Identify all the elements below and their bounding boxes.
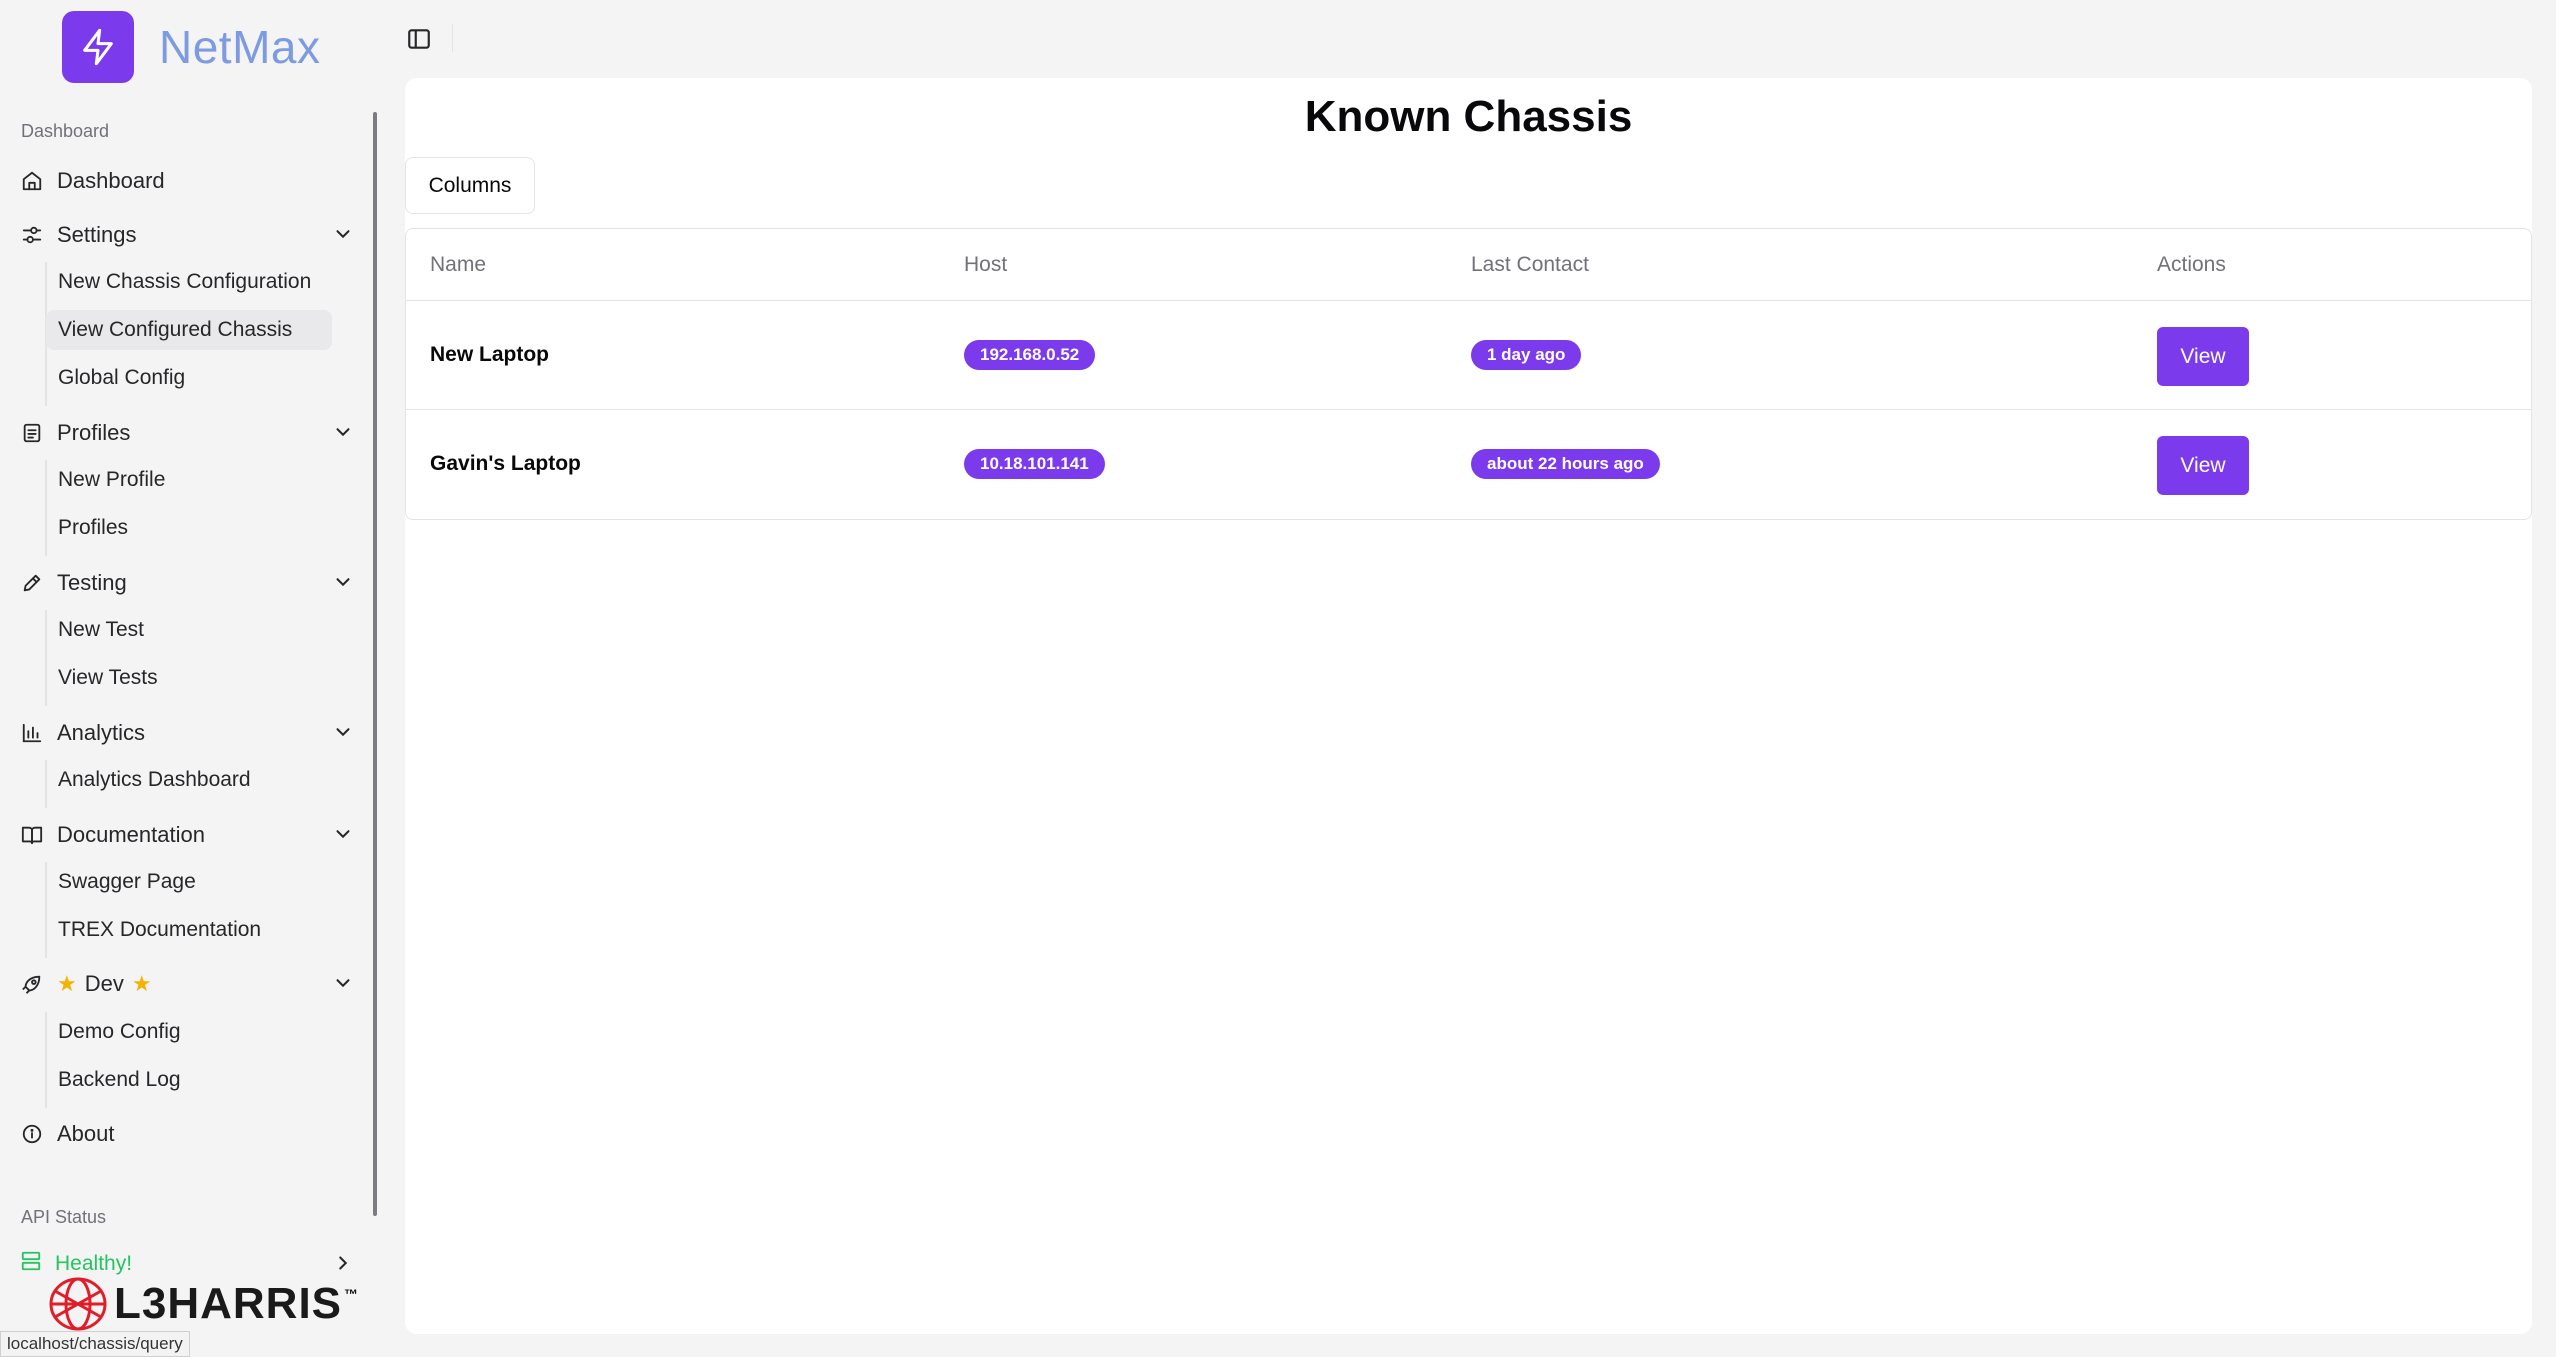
chevron-down-icon[interactable] [332, 421, 354, 443]
sidebar-toggle-icon[interactable] [406, 26, 432, 52]
star-icon: ★ [131, 971, 152, 996]
group-label-api-status: API Status [21, 1207, 107, 1227]
nav-profiles-label: Profiles [57, 420, 131, 445]
column-header-name[interactable]: Name [430, 253, 486, 277]
star-icon: ★ [57, 971, 77, 996]
host-badge: 10.18.101.141 [964, 449, 1105, 479]
server-icon [20, 1250, 42, 1278]
chevron-down-icon[interactable] [332, 223, 354, 245]
sub-item-backend-log[interactable]: Backend Log [46, 1060, 199, 1100]
brand-name: NetMax [159, 21, 321, 73]
main-panel: Known Chassis Columns Name Host Last Con… [405, 78, 2532, 1334]
sub-item-demo-config[interactable]: Demo Config [46, 1012, 199, 1052]
status-url: localhost/chassis/query [0, 1331, 190, 1357]
column-header-host[interactable]: Host [964, 253, 1007, 277]
nav-documentation-label: Documentation [57, 822, 205, 847]
api-status-item[interactable]: Healthy! [20, 1248, 362, 1278]
last-contact-badge: about 22 hours ago [1471, 449, 1660, 479]
chevron-down-icon[interactable] [332, 972, 354, 994]
sub-item-view-tests[interactable]: View Tests [46, 658, 176, 698]
chassis-name: Gavin's Laptop [430, 452, 581, 475]
chassis-table: Name Host Last Contact Actions New Lapto… [405, 228, 2532, 520]
nav-dev[interactable]: ★ Dev ★ [20, 962, 362, 1006]
sub-item-swagger-page[interactable]: Swagger Page [46, 862, 214, 902]
sidebar: NetMax Dashboard Dashboard Settings New … [0, 0, 379, 1357]
nav-analytics[interactable]: Analytics [20, 711, 362, 755]
nav-dev-label: Dev [84, 971, 124, 996]
view-button[interactable]: View [2157, 327, 2249, 386]
sub-item-view-configured-chassis[interactable]: View Configured Chassis [46, 310, 332, 350]
sub-item-new-chassis-configuration[interactable]: New Chassis Configuration [46, 262, 329, 302]
table-header: Name Host Last Contact Actions [406, 229, 2531, 301]
api-status-text: Healthy! [55, 1252, 133, 1275]
globe-mesh-icon [49, 1277, 107, 1331]
view-button[interactable]: View [2157, 436, 2249, 495]
host-badge: 192.168.0.52 [964, 340, 1096, 370]
brand[interactable]: NetMax [62, 11, 320, 83]
nav-about-label: About [57, 1121, 115, 1146]
last-contact-badge: 1 day ago [1471, 340, 1582, 370]
lightning-bolt-icon [62, 11, 134, 83]
toolbar-separator [452, 24, 453, 52]
columns-button[interactable]: Columns [405, 157, 535, 214]
pencil-icon [20, 571, 44, 595]
chevron-down-icon[interactable] [332, 571, 354, 593]
clipboard-list-icon [20, 421, 44, 445]
sub-item-profiles[interactable]: Profiles [46, 508, 146, 548]
nav-dashboard[interactable]: Dashboard [20, 159, 362, 203]
nav-documentation[interactable]: Documentation [20, 813, 362, 857]
sliders-icon [20, 223, 44, 247]
page-title: Known Chassis [1304, 92, 1633, 141]
nav-testing-label: Testing [57, 570, 127, 595]
table-row: Gavin's Laptop 10.18.101.141 about 22 ho… [406, 410, 2531, 519]
rocket-icon [20, 972, 44, 996]
info-icon [20, 1122, 44, 1146]
nav-analytics-label: Analytics [57, 720, 146, 745]
sidebar-scrollbar[interactable] [373, 112, 377, 1216]
nav-dashboard-label: Dashboard [57, 168, 165, 193]
chassis-name: New Laptop [430, 343, 549, 366]
nav-about[interactable]: About [20, 1112, 362, 1156]
chevron-down-icon[interactable] [332, 823, 354, 845]
chevron-right-icon[interactable] [332, 1252, 354, 1274]
nav-settings-label: Settings [57, 222, 137, 247]
l3harris-logo-text: L3HARRIS [114, 1279, 343, 1328]
l3harris-logo: L3HARRIS ™ [48, 1276, 358, 1332]
chevron-down-icon[interactable] [332, 721, 354, 743]
trademark-symbol: ™ [344, 1286, 359, 1302]
nav-settings[interactable]: Settings [20, 213, 362, 257]
group-label-dashboard: Dashboard [21, 121, 110, 141]
nav-testing[interactable]: Testing [20, 561, 362, 605]
sub-item-new-test[interactable]: New Test [46, 610, 162, 650]
bar-chart-icon [20, 721, 44, 745]
sub-item-trex-documentation[interactable]: TREX Documentation [46, 910, 279, 950]
nav-profiles[interactable]: Profiles [20, 411, 362, 455]
home-icon [20, 169, 44, 193]
sub-item-new-profile[interactable]: New Profile [46, 460, 183, 500]
table-row: New Laptop 192.168.0.52 1 day ago View [406, 301, 2531, 410]
sub-item-global-config[interactable]: Global Config [46, 358, 203, 398]
sub-item-analytics-dashboard[interactable]: Analytics Dashboard [46, 760, 269, 800]
column-header-last-contact[interactable]: Last Contact [1471, 253, 1589, 277]
column-header-actions: Actions [2157, 253, 2226, 276]
book-open-icon [20, 823, 44, 847]
